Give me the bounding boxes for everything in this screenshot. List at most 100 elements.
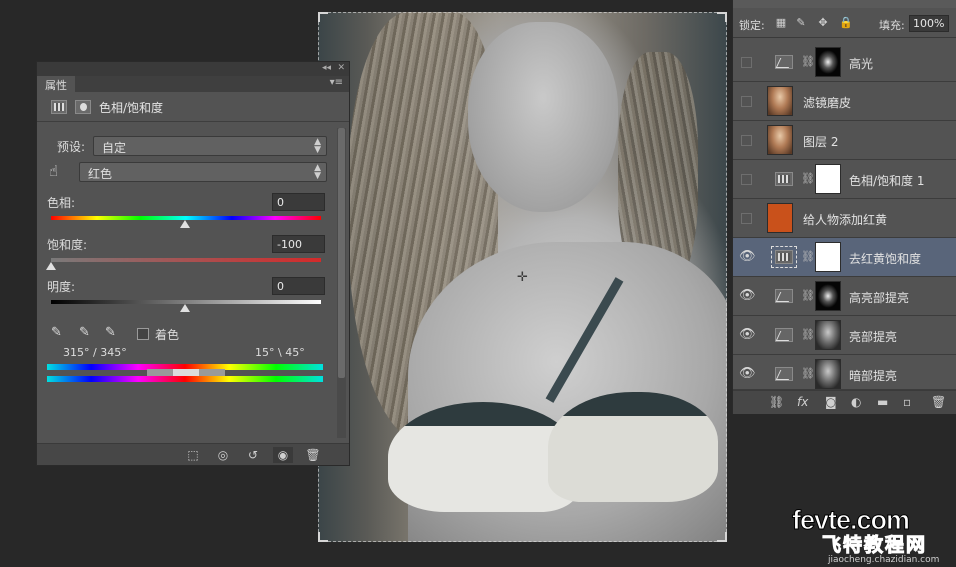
lightness-input[interactable]: 0	[272, 277, 325, 295]
layer-row[interactable]: 滤镜磨皮	[733, 82, 956, 121]
link-icon[interactable]: ⛓	[801, 328, 815, 341]
layer-name[interactable]: 图层 2	[803, 133, 838, 150]
fx-icon[interactable]: fx	[797, 395, 808, 409]
new-layer-icon[interactable]: ▫	[903, 395, 911, 409]
curves-icon	[775, 55, 793, 69]
saturation-input[interactable]: -100	[272, 235, 325, 253]
mask-thumbnail[interactable]	[815, 242, 841, 272]
layer-name[interactable]: 高光	[849, 55, 873, 72]
mask-thumbnail[interactable]	[815, 47, 841, 77]
layer-thumbnail[interactable]	[767, 125, 793, 155]
hue-saturation-icon[interactable]	[51, 100, 67, 114]
link-icon[interactable]: ⛓	[801, 172, 815, 185]
channel-select[interactable]: 红色 ▲ ▼	[79, 162, 327, 182]
visibility-toggle[interactable]	[741, 57, 752, 68]
range-left-label: 315° / 345°	[63, 346, 127, 359]
preset-value: 自定	[102, 141, 127, 155]
link-icon[interactable]: ⛓	[801, 55, 815, 68]
adjustment-layer-icon[interactable]: ◐	[851, 395, 861, 409]
scrollbar-thumb[interactable]	[338, 128, 345, 378]
trash-icon[interactable]: 🗑	[931, 395, 946, 409]
clip-to-layer-icon[interactable]: ⬚	[183, 447, 203, 463]
link-icon[interactable]: ⛓	[801, 250, 815, 263]
layer-row[interactable]: ⛓ 色相/饱和度 1	[733, 160, 956, 199]
preset-label: 预设:	[57, 140, 86, 154]
panel-titlebar[interactable]: ◂◂ ✕	[37, 62, 349, 76]
saturation-slider-thumb[interactable]	[46, 262, 56, 270]
eye-icon[interactable]: 👁	[739, 328, 756, 342]
lock-transparent-icon[interactable]: ▦	[775, 17, 787, 29]
layer-name[interactable]: 暗部提亮	[849, 367, 897, 384]
layer-row[interactable]: 给人物添加红黄	[733, 199, 956, 238]
eyedropper-icon[interactable]: ✎	[51, 325, 67, 341]
preset-select[interactable]: 自定 ▲ ▼	[93, 136, 327, 156]
selection-corner-bl	[318, 532, 328, 542]
colorize-checkbox[interactable]	[137, 328, 149, 340]
link-icon[interactable]: ⛓	[801, 289, 815, 302]
layer-row[interactable]: 👁 ⛓ 亮部提亮	[733, 316, 956, 355]
layer-mask-icon[interactable]	[75, 100, 91, 114]
photo-face	[468, 22, 618, 212]
visibility-toggle[interactable]	[741, 213, 752, 224]
layer-row[interactable]: 图层 2	[733, 121, 956, 160]
eye-icon[interactable]: 👁	[739, 250, 756, 264]
eye-icon[interactable]: 👁	[739, 367, 756, 381]
color-range-core[interactable]	[173, 369, 199, 376]
color-range-slider[interactable]	[147, 369, 225, 376]
properties-scrollbar[interactable]	[337, 128, 346, 438]
panel-tabrow: 属性 ▾≡	[37, 76, 349, 92]
eyedropper-plus-icon[interactable]: ✎	[79, 325, 95, 341]
watermark: fevte.com 飞特教程网 jiaocheng.chazidian.com	[790, 505, 956, 567]
properties-panel: ◂◂ ✕ 属性 ▾≡ 色相/饱和度 预设: 自定 ▲ ▼ ☝ 红色 ▲ ▼ 色相: …	[36, 61, 350, 466]
link-layers-icon[interactable]: ⛓	[769, 395, 784, 409]
group-folder-icon[interactable]: ▬	[877, 395, 888, 409]
lock-brush-icon[interactable]: ✎	[795, 17, 807, 29]
eye-icon[interactable]: 👁	[739, 289, 756, 303]
layer-name[interactable]: 给人物添加红黄	[803, 211, 887, 228]
mask-thumbnail[interactable]	[815, 281, 841, 311]
layer-name[interactable]: 高亮部提亮	[849, 289, 909, 306]
layer-row[interactable]: 👁 ⛓ 高亮部提亮	[733, 277, 956, 316]
hue-slider-thumb[interactable]	[180, 220, 190, 228]
view-previous-icon[interactable]: ◎	[213, 447, 233, 463]
eyedropper-minus-icon[interactable]: ✎	[105, 325, 121, 341]
panel-menu-icon[interactable]: ▾≡	[330, 77, 343, 88]
layer-row[interactable]: ⛓ 高光	[733, 43, 956, 82]
tab-properties[interactable]: 属性	[37, 76, 75, 92]
delete-icon[interactable]: 🗑	[303, 447, 323, 463]
color-fill-thumbnail[interactable]	[767, 203, 793, 233]
mask-thumbnail[interactable]	[815, 359, 841, 389]
lock-move-icon[interactable]: ✥	[817, 17, 829, 29]
visibility-toggle[interactable]	[741, 174, 752, 185]
colorize-label: 着色	[155, 328, 180, 342]
layer-row-selected[interactable]: 👁 ⛓ 去红黄饱和度	[733, 238, 956, 277]
hue-label: 色相:	[47, 196, 76, 210]
fill-input[interactable]: 100%	[909, 15, 949, 32]
link-icon[interactable]: ⛓	[801, 367, 815, 380]
hue-input[interactable]: 0	[272, 193, 325, 211]
visibility-toggle[interactable]	[741, 96, 752, 107]
layer-name[interactable]: 色相/饱和度 1	[849, 172, 925, 189]
add-mask-icon[interactable]: ◙	[825, 395, 837, 409]
targeted-adjustment-hand-icon[interactable]: ☝	[49, 162, 58, 180]
layer-thumbnail[interactable]	[767, 86, 793, 116]
collapse-icon[interactable]: ◂◂	[322, 63, 331, 73]
layers-top-strip	[733, 0, 956, 8]
properties-footer: ⬚ ◎ ↺ ◉ 🗑	[37, 443, 349, 465]
visibility-toggle[interactable]	[741, 135, 752, 146]
close-icon[interactable]: ✕	[337, 63, 345, 73]
lock-all-icon[interactable]: 🔒	[839, 17, 853, 29]
mask-thumbnail[interactable]	[815, 164, 841, 194]
lightness-slider-thumb[interactable]	[180, 304, 190, 312]
mask-thumbnail[interactable]	[815, 320, 841, 350]
visibility-eye-icon[interactable]: ◉	[273, 447, 293, 463]
layer-name[interactable]: 亮部提亮	[849, 328, 897, 345]
watermark-cn: 飞特教程网	[821, 534, 928, 557]
layer-name[interactable]: 去红黄饱和度	[849, 250, 921, 267]
layer-name[interactable]: 滤镜磨皮	[803, 94, 851, 111]
reset-icon[interactable]: ↺	[243, 447, 263, 463]
layer-row[interactable]: 👁 ⛓ 暗部提亮	[733, 355, 956, 390]
saturation-slider-track[interactable]	[51, 258, 321, 262]
layers-bottom-bar: ⛓ fx ◙ ◐ ▬ ▫ 🗑	[733, 390, 956, 414]
curves-icon	[775, 328, 793, 342]
